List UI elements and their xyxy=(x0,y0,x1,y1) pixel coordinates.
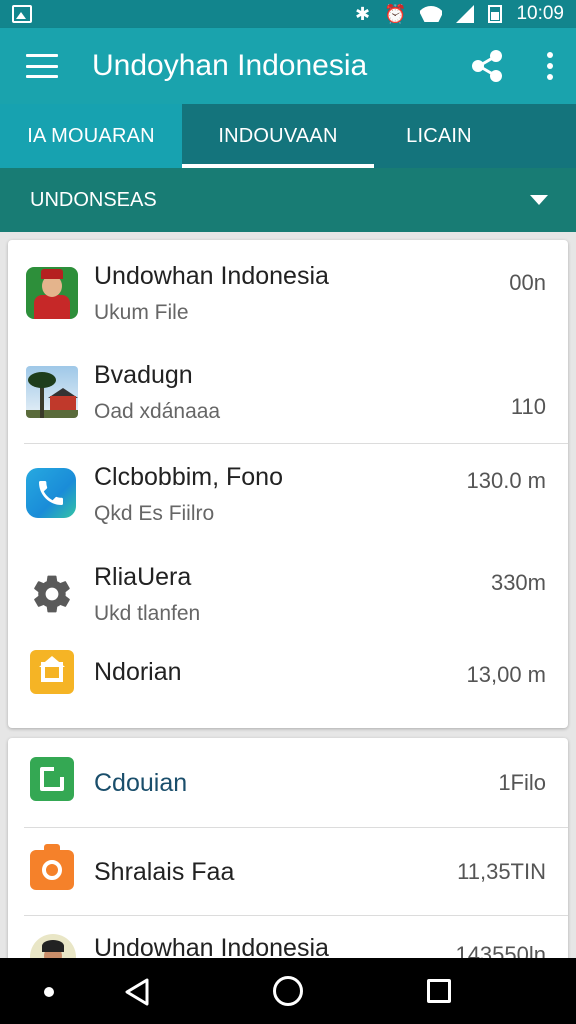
tab-bar: IA MOUARAN INDOUVAAN LICAIN xyxy=(0,104,576,168)
item-subtitle: Ukd tlanfen xyxy=(94,601,201,625)
phone-icon xyxy=(26,468,78,520)
home-button-icon[interactable] xyxy=(273,976,303,1006)
gallery-icon xyxy=(12,5,32,23)
list-item[interactable]: Cdouian 1Filo xyxy=(8,738,568,828)
share-icon[interactable] xyxy=(470,49,504,83)
file-list-card-2: Cdouian 1Filo Shralais Faa 11,35TIN Undo… xyxy=(8,738,568,970)
list-item[interactable]: Bvadugn Oad xdánaaa 110 xyxy=(8,340,568,444)
item-subtitle: Qkd Es Fiilro xyxy=(94,501,215,525)
avatar-icon xyxy=(26,267,78,319)
list-item[interactable]: Clcbobbim, Fono Qkd Es Fiilro 130.0 m xyxy=(8,444,568,544)
item-meta: 110 xyxy=(510,394,546,419)
chevron-down-icon[interactable] xyxy=(530,195,548,205)
recents-icon[interactable] xyxy=(427,979,451,1003)
item-title: Ndorian xyxy=(94,658,182,686)
wifi-icon xyxy=(420,6,442,22)
navigation-bar xyxy=(0,958,576,1024)
dot-icon xyxy=(44,987,54,997)
item-title: Undowhan Indonesia xyxy=(94,261,329,290)
bluetooth-icon: ✱ xyxy=(354,4,371,24)
file-icon xyxy=(26,757,78,809)
back-icon[interactable] xyxy=(124,978,150,1011)
app-bar: Undoyhan Indonesia xyxy=(0,28,576,104)
item-title: RliaUera xyxy=(94,562,192,591)
menu-icon[interactable] xyxy=(26,54,58,78)
item-title: Cdouian xyxy=(94,768,188,797)
item-title: Clcbobbim, Fono xyxy=(94,462,283,491)
tab-1[interactable]: IA MOUARAN xyxy=(0,104,182,168)
status-time: 10:09 xyxy=(516,3,564,24)
list-item[interactable]: Shralais Faa 11,35TIN xyxy=(8,828,568,916)
battery-icon xyxy=(488,5,503,23)
item-subtitle: Ukum File xyxy=(94,300,189,324)
list-item[interactable]: Undowhan Indonesia Ukum File 00n xyxy=(8,240,568,340)
item-meta: 11,35TIN xyxy=(457,859,546,884)
app-title: Undoyhan Indonesia xyxy=(92,49,368,82)
tab-3[interactable]: LICAIN xyxy=(374,104,504,168)
status-bar: ✱ ⏰ 10:09 xyxy=(0,0,576,28)
gear-icon xyxy=(26,568,78,620)
item-subtitle: Oad xdánaaa xyxy=(94,399,221,423)
tab-2-active[interactable]: INDOUVAAN xyxy=(182,104,374,168)
item-title: Bvadugn xyxy=(94,360,193,389)
section-title: UNDONSEAS xyxy=(30,188,157,211)
item-title: Shralais Faa xyxy=(94,857,235,886)
alarm-icon: ⏰ xyxy=(384,4,407,24)
item-meta: 330m xyxy=(490,570,546,595)
item-meta: 00n xyxy=(509,270,546,295)
file-list-card: Undowhan Indonesia Ukum File 00n Bvadugn… xyxy=(8,240,568,728)
item-meta: 130.0 m xyxy=(466,468,547,493)
camera-icon xyxy=(26,844,78,898)
section-dropdown[interactable]: UNDONSEAS xyxy=(0,168,576,232)
list-item[interactable]: Ndorian 13,00 m xyxy=(8,644,568,728)
home-icon xyxy=(26,650,78,702)
palm-tree-icon xyxy=(26,366,78,418)
more-vert-icon[interactable] xyxy=(546,52,554,80)
list-item[interactable]: RliaUera Ukd tlanfen 330m xyxy=(8,544,568,644)
signal-icon xyxy=(456,5,475,23)
item-meta: 13,00 m xyxy=(466,662,547,687)
item-meta: 1Filo xyxy=(498,770,546,795)
